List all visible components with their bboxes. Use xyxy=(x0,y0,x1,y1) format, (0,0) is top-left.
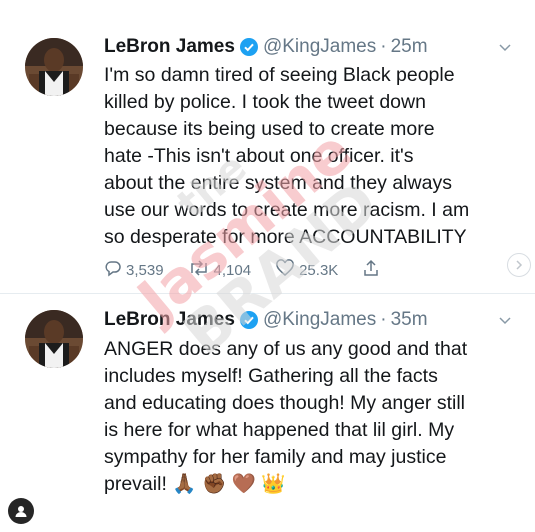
reply-button[interactable]: 3,539 xyxy=(104,259,164,281)
tweet-text: I'm so damn tired of seeing Black people… xyxy=(104,64,470,248)
share-icon xyxy=(362,259,384,281)
avatar[interactable] xyxy=(25,38,83,96)
retweet-button[interactable]: 4,104 xyxy=(188,259,252,281)
timestamp[interactable]: 25m xyxy=(391,36,428,58)
like-count: 25.3K xyxy=(299,261,339,279)
verified-badge-icon xyxy=(239,38,258,56)
avatar[interactable] xyxy=(25,310,83,368)
author-handle[interactable]: @KingJames xyxy=(263,36,376,58)
tweet-divider xyxy=(0,293,535,294)
author-handle[interactable]: @KingJames xyxy=(263,309,376,331)
separator-dot: · xyxy=(380,36,387,57)
author-name[interactable]: LeBron James xyxy=(104,309,235,331)
reply-icon xyxy=(104,259,126,281)
retweet-icon xyxy=(188,259,214,281)
retweet-count: 4,104 xyxy=(213,261,252,279)
timestamp[interactable]: 35m xyxy=(391,309,428,331)
verified-badge-icon xyxy=(239,311,258,329)
chevron-down-icon[interactable] xyxy=(497,40,513,56)
author-name[interactable]: LeBron James xyxy=(104,36,235,58)
like-icon xyxy=(275,259,299,281)
chevron-down-icon[interactable] xyxy=(497,313,513,329)
like-button[interactable]: 25.3K xyxy=(275,259,338,281)
reply-count: 3,539 xyxy=(126,261,164,279)
instagram-user-icon[interactable] xyxy=(8,498,34,524)
next-arrow-icon[interactable] xyxy=(507,253,531,277)
share-button[interactable] xyxy=(362,259,384,281)
separator-dot: · xyxy=(380,309,387,330)
tweet-text: ANGER does any of us any good and that i… xyxy=(104,338,468,495)
